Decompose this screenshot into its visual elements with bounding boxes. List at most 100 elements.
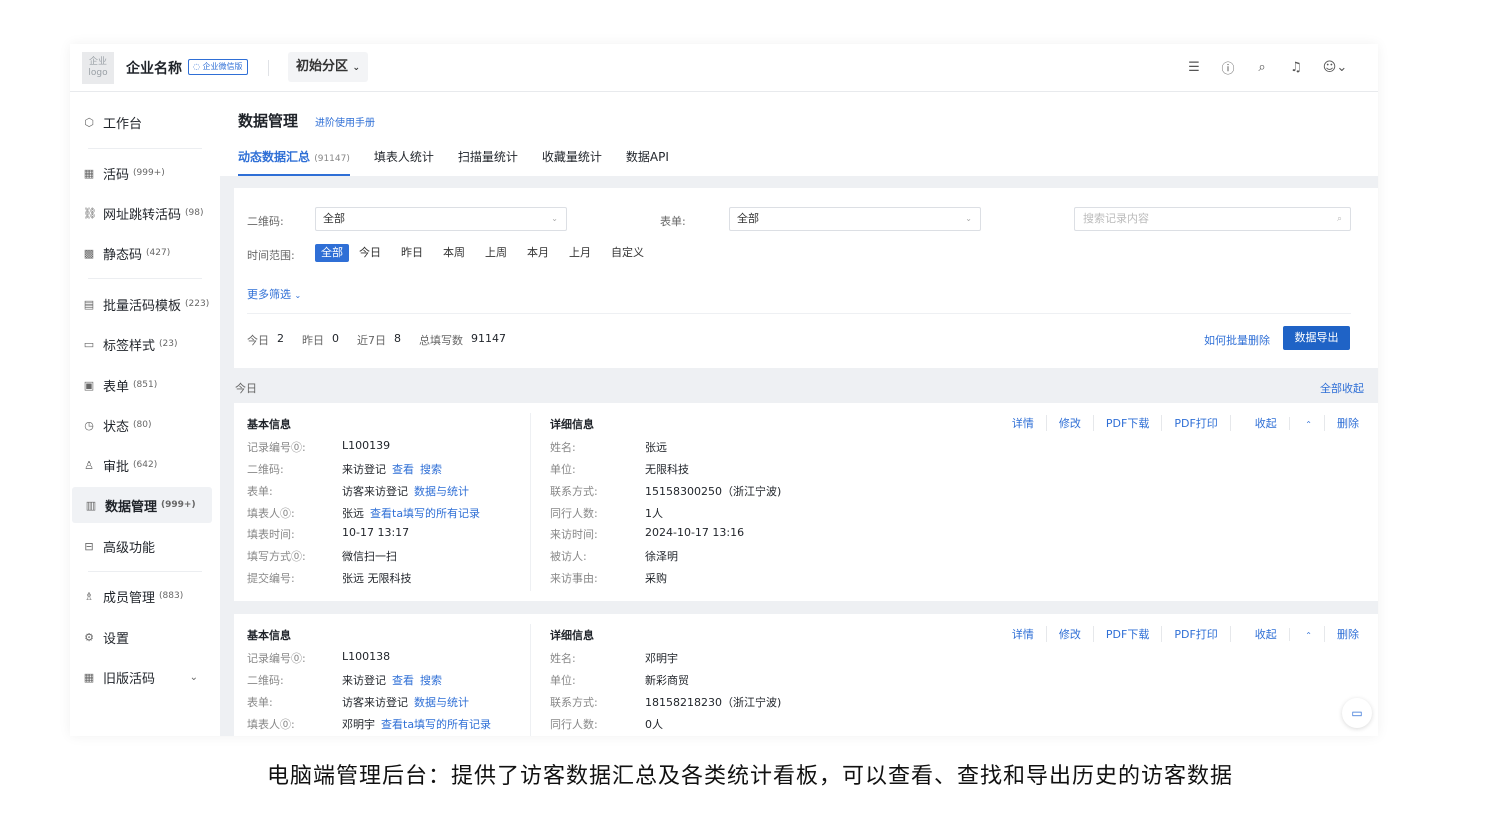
chat-icon[interactable]: ▭ [1342, 698, 1372, 728]
search-input[interactable]: 搜索记录内容 ⌕ [1074, 207, 1351, 231]
help-icon[interactable]: ⓘ [1220, 58, 1236, 77]
field-key: 单位: [550, 674, 576, 687]
edit-action[interactable]: 修改 [1047, 626, 1094, 642]
chevron-down-icon: ⌄ [189, 671, 198, 683]
field-value: 新彩商贸 [645, 674, 689, 687]
sidebar-item-label: 网址跳转活码 [103, 207, 182, 223]
bell-icon[interactable]: ♫ [1288, 60, 1304, 75]
sidebar-item-status[interactable]: ◷ 状态 (80) [70, 407, 220, 443]
link-icon: ⛓ [83, 206, 97, 220]
company-name: 企业名称 [126, 61, 182, 77]
collapse-action[interactable]: 收起 ⌃ [1231, 626, 1325, 642]
how-to-delete-link[interactable]: 如何批量删除 [1204, 332, 1270, 348]
sidebar-item-label: 审批 [103, 459, 130, 475]
time-option-this-week[interactable]: 本周 [433, 244, 475, 262]
sidebar-item-label: 设置 [103, 631, 130, 647]
sidebar-item-label-style[interactable]: ▭ 标签样式 (23) [70, 326, 220, 362]
time-option-last-week[interactable]: 上周 [475, 244, 517, 262]
sidebar-divider [88, 278, 202, 279]
pdf-print-action[interactable]: PDF打印 [1162, 415, 1231, 431]
sidebar-item-batch-template[interactable]: ▤ 批量活码模板 (223) [70, 286, 220, 322]
stat-value: 91147 [471, 332, 506, 345]
delete-action[interactable]: 删除 [1325, 415, 1359, 431]
record-card: 基本信息 详细信息 详情 修改 PDF下载 PDF打印 收起 ⌃ 删除 记录编号… [234, 614, 1378, 736]
time-option-custom[interactable]: 自定义 [601, 244, 654, 262]
field-value: 1人 [645, 507, 663, 520]
sidebar-divider [88, 148, 202, 149]
detail-action[interactable]: 详情 [1000, 626, 1047, 642]
sidebar-item-members[interactable]: ♗ 成员管理 (883) [70, 578, 220, 614]
tab-filler-stats[interactable]: 填表人统计 [374, 148, 434, 176]
chevron-down-icon: ⌄ [352, 63, 361, 73]
tab-scan-stats[interactable]: 扫描量统计 [458, 148, 518, 176]
caption: 电脑端管理后台：提供了访客数据汇总及各类统计看板，可以查看、查找和导出历史的访客… [266, 764, 1233, 789]
collapse-action[interactable]: 收起 ⌃ [1231, 415, 1325, 431]
sidebar-item-legacy-code[interactable]: ▦ 旧版活码 ⌄ [70, 659, 220, 695]
sidebar-item-static-code[interactable]: ▩ 静态码 (427) [70, 235, 220, 271]
top-bar: 企业 logo 企业名称 ◌ 企业微信版 初始分区 ⌄ ☰ ⓘ ⌕ ♫ ☺⌄ [70, 44, 1378, 92]
sidebar-item-settings[interactable]: ⚙ 设置 [70, 619, 220, 655]
chevron-up-icon: ⌃ [1305, 420, 1312, 429]
sidebar-divider [88, 571, 202, 572]
time-option-last-month[interactable]: 上月 [559, 244, 601, 262]
sidebar-item-form[interactable]: ▣ 表单 (851) [70, 367, 220, 403]
time-option-this-month[interactable]: 本月 [517, 244, 559, 262]
collapse-all-link[interactable]: 全部收起 [1320, 380, 1364, 396]
tab-label: 动态数据汇总 [238, 150, 311, 164]
stat-value: 2 [277, 332, 284, 345]
tab-count: (91147) [314, 154, 350, 164]
sidebar-item-label: 旧版活码 [103, 671, 156, 687]
sidebar-item-workbench[interactable]: ⬡ 工作台 [70, 104, 220, 140]
export-button[interactable]: 数据导出 [1283, 326, 1350, 350]
search-icon[interactable]: ⌕ [1254, 60, 1270, 75]
form-select-value: 全部 [737, 212, 759, 225]
time-option-yesterday[interactable]: 昨日 [391, 244, 433, 262]
sidebar-item-count: (98) [185, 208, 204, 218]
zone-selector[interactable]: 初始分区 ⌄ [288, 52, 369, 82]
form-select[interactable]: 全部 ⌄ [729, 207, 981, 231]
pdf-download-action[interactable]: PDF下载 [1094, 626, 1163, 642]
static-qrcode-icon: ▩ [83, 246, 95, 260]
field-value: 邓明宇 [645, 652, 678, 665]
detail-action[interactable]: 详情 [1000, 415, 1047, 431]
tab-bar: 动态数据汇总 (91147) 填表人统计 扫描量统计 收藏量统计 数据API [238, 148, 669, 176]
page-title: 数据管理 [238, 112, 299, 130]
pdf-print-action[interactable]: PDF打印 [1162, 626, 1231, 642]
manual-link[interactable]: 进阶使用手册 [315, 114, 375, 129]
company-logo: 企业 logo [82, 52, 114, 84]
sidebar-item-data-management[interactable]: ▥ 数据管理 (999+) [72, 487, 212, 523]
field-value: 0人 [645, 718, 663, 731]
sidebar-item-label: 工作台 [103, 116, 143, 132]
edit-action[interactable]: 修改 [1047, 415, 1094, 431]
user-icon[interactable]: ☺⌄ [1322, 60, 1348, 75]
sidebar-item-label: 活码 [103, 167, 130, 183]
grid-icon: ▦ [83, 670, 95, 684]
cube-icon: ⬡ [84, 115, 94, 129]
status-icon: ◷ [84, 418, 94, 432]
sidebar-item-advanced[interactable]: ⊟ 高级功能 [70, 528, 220, 564]
menu-icon[interactable]: ☰ [1186, 60, 1202, 75]
detail-row: 联系方式: 18158218230（浙江宁波) [234, 694, 834, 709]
tab-dynamic-summary[interactable]: 动态数据汇总 (91147) [238, 148, 350, 176]
pdf-download-action[interactable]: PDF下载 [1094, 415, 1163, 431]
template-icon: ▤ [83, 297, 95, 311]
field-value: 张远 [645, 441, 667, 454]
sidebar-item-live-code[interactable]: ▦ 活码 (999+) [70, 155, 220, 191]
filter-panel: 二维码: 全部 ⌄ 表单: 全部 ⌄ 搜索记录内容 ⌕ 时间范围: 全部 今日 昨日 … [234, 188, 1378, 368]
stat-label: 昨日 [302, 334, 324, 347]
sidebar-item-count: (80) [133, 420, 152, 430]
sidebar-item-url-code[interactable]: ⛓ 网址跳转活码 (98) [70, 195, 220, 231]
sidebar: ⬡ 工作台 ▦ 活码 (999+) ⛓ 网址跳转活码 (98) ▩ 静态码 (427) ▤ 批量… [70, 92, 220, 736]
chart-icon: ▥ [85, 498, 97, 512]
qrcode-select[interactable]: 全部 ⌄ [315, 207, 567, 231]
sidebar-item-approval[interactable]: ♙ 审批 (642) [70, 447, 220, 483]
more-filters-link[interactable]: 更多筛选 ⌄ [247, 286, 301, 302]
tab-data-api[interactable]: 数据API [626, 148, 669, 176]
time-option-all[interactable]: 全部 [315, 244, 349, 262]
form-icon: ▣ [83, 378, 95, 392]
wecom-badge: ◌ 企业微信版 [188, 59, 248, 75]
delete-action[interactable]: 删除 [1325, 626, 1359, 642]
time-option-today[interactable]: 今日 [349, 244, 391, 262]
sidebar-item-label: 静态码 [103, 247, 143, 263]
tab-favorite-stats[interactable]: 收藏量统计 [542, 148, 602, 176]
